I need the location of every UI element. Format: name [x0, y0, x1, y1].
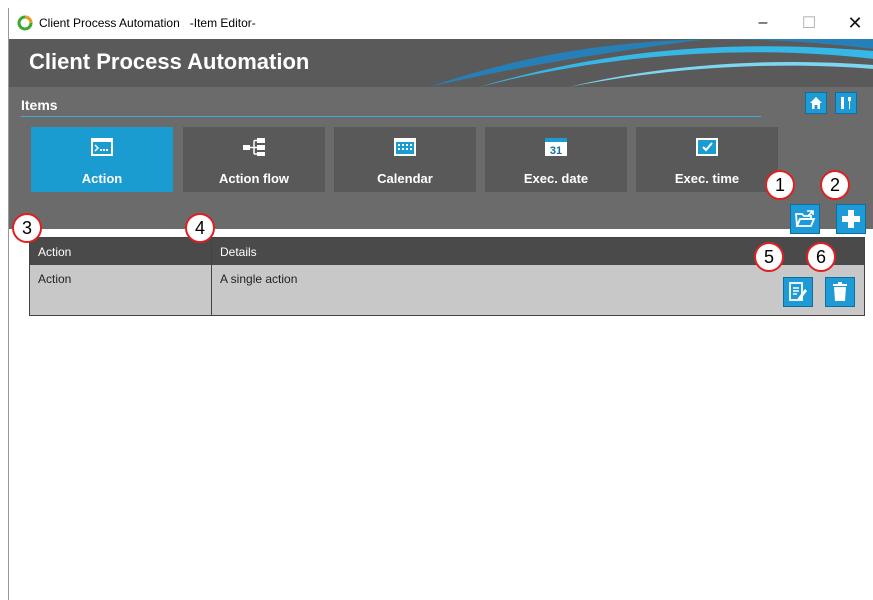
callout-badge-5: 5: [754, 242, 784, 272]
delete-button[interactable]: [825, 277, 855, 307]
title-bar: Client Process Automation -Item Editor- …: [9, 8, 873, 38]
table-header: Action Details: [30, 238, 864, 265]
column-header-action[interactable]: Action: [30, 238, 211, 265]
minimize-button[interactable]: –: [740, 8, 786, 38]
open-button[interactable]: [790, 204, 820, 234]
row-action-cell: Action: [38, 272, 72, 286]
exec-time-icon: [696, 138, 718, 156]
row-details-cell: A single action: [220, 272, 298, 286]
tile-action-flow[interactable]: Action flow: [183, 127, 325, 192]
tile-action[interactable]: Action: [31, 127, 173, 192]
tile-exec-date[interactable]: 31 Exec. date: [485, 127, 627, 192]
exec-date-icon: 31: [545, 138, 567, 157]
items-table: Action Details Action A single action: [29, 237, 865, 316]
action-icon: [91, 138, 113, 156]
table-row[interactable]: Action A single action: [30, 265, 864, 315]
app-logo-icon: [17, 15, 33, 31]
home-button[interactable]: [805, 92, 827, 114]
app-banner: Client Process Automation: [9, 39, 873, 87]
exec-date-icon-day: 31: [550, 145, 562, 157]
plus-icon: [842, 210, 860, 228]
tools-button[interactable]: [835, 92, 857, 114]
add-button[interactable]: [836, 204, 866, 234]
callout-badge-2: 2: [820, 170, 850, 200]
tile-exec-time[interactable]: Exec. time: [636, 127, 778, 192]
maximize-button[interactable]: ☐: [786, 8, 832, 38]
calendar-icon: [394, 138, 416, 156]
window-title: Client Process Automation -Item Editor-: [39, 16, 256, 30]
edit-button[interactable]: [783, 277, 813, 307]
column-header-details[interactable]: Details: [212, 238, 812, 265]
callout-badge-3: 3: [12, 213, 42, 243]
callout-badge-4: 4: [185, 213, 215, 243]
items-heading: Items: [21, 97, 58, 113]
tile-action-label: Action: [81, 171, 123, 186]
tile-exec-date-label: Exec. date: [523, 171, 589, 186]
home-icon: [810, 97, 822, 109]
callout-badge-6: 6: [806, 242, 836, 272]
tools-icon: [841, 97, 851, 109]
callout-badge-1: 1: [765, 170, 795, 200]
trash-icon: [833, 282, 847, 301]
items-panel: Items Action Action flow Calendar 31 Exe…: [9, 87, 873, 234]
items-divider: [21, 116, 761, 117]
open-folder-icon: [795, 210, 816, 227]
tile-calendar-label: Calendar: [377, 171, 433, 186]
edit-icon: [789, 282, 807, 301]
action-flow-icon: [243, 138, 265, 156]
tile-action-flow-label: Action flow: [218, 171, 290, 186]
tile-calendar[interactable]: Calendar: [334, 127, 476, 192]
banner-title: Client Process Automation: [29, 49, 310, 74]
tile-exec-time-label: Exec. time: [674, 171, 740, 186]
app-window: Client Process Automation -Item Editor- …: [8, 8, 873, 600]
close-button[interactable]: ✕: [832, 8, 873, 38]
